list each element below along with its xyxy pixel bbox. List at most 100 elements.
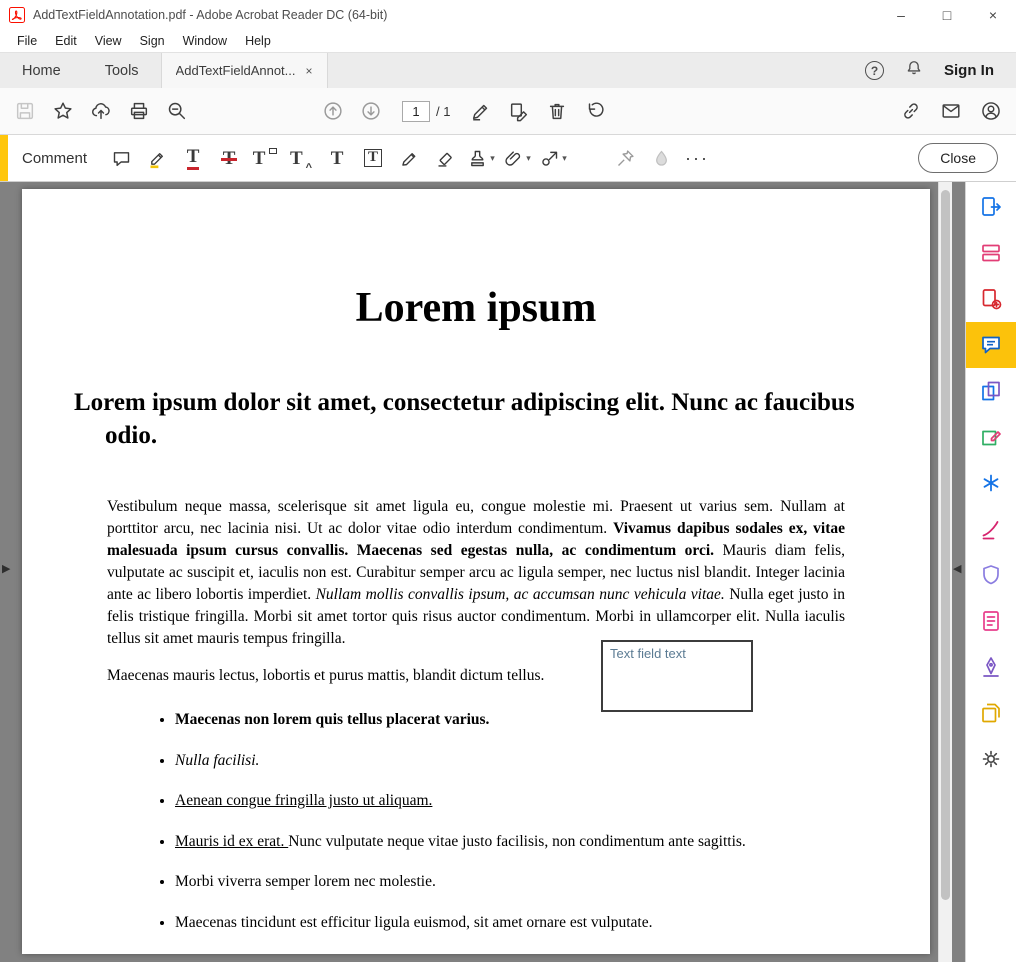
- erase-icon[interactable]: [427, 142, 463, 174]
- tab-tools-label: Tools: [105, 63, 139, 79]
- delete-icon[interactable]: [540, 94, 574, 128]
- print-icon[interactable]: [122, 94, 156, 128]
- menu-sign[interactable]: Sign: [131, 32, 174, 50]
- zoom-out-icon[interactable]: [160, 94, 194, 128]
- protect-tool-icon[interactable]: [966, 552, 1016, 598]
- rotate-icon[interactable]: [578, 94, 612, 128]
- acrobat-reader-window: AddTextFieldAnnotation.pdf - Adobe Acrob…: [0, 0, 1016, 962]
- add-sticky-note-icon[interactable]: [103, 142, 139, 174]
- edit-pdf-tool-icon[interactable]: [966, 414, 1016, 460]
- sign-in-button[interactable]: Sign In: [944, 62, 994, 79]
- text-box-glyph: T: [364, 149, 382, 167]
- menu-window[interactable]: Window: [174, 32, 236, 50]
- attach-file-icon[interactable]: ▾: [499, 142, 535, 174]
- more-options-icon[interactable]: ···: [679, 142, 715, 174]
- previous-page-icon[interactable]: [316, 94, 350, 128]
- tools-sidebar: [965, 182, 1016, 962]
- comment-accent-strip: [0, 135, 8, 181]
- drawing-tools-icon[interactable]: ▾: [535, 142, 571, 174]
- replace-text-note-icon[interactable]: T: [247, 142, 283, 174]
- content-area: Lorem ipsum Lorem ipsum dolor sit amet, …: [0, 182, 1016, 962]
- add-text-box-icon[interactable]: T: [355, 142, 391, 174]
- stamps-tool-icon[interactable]: [966, 690, 1016, 736]
- bullet-item-3-text: Aenean congue fringilla justo ut aliquam…: [175, 792, 432, 809]
- attach-dropdown-icon[interactable]: ▾: [526, 153, 531, 164]
- bullet-item-1: Maecenas non lorem quis tellus placerat …: [175, 709, 890, 731]
- tab-home-label: Home: [22, 63, 61, 79]
- keep-tool-selected-pin-icon[interactable]: [607, 142, 643, 174]
- export-pdf-tool-icon[interactable]: [966, 184, 1016, 230]
- tab-bar: Home Tools AddTextFieldAnnot... × ? Sign…: [0, 52, 1016, 88]
- fill-sign-tool-icon[interactable]: [966, 506, 1016, 552]
- share-cloud-icon[interactable]: [84, 94, 118, 128]
- close-comment-button[interactable]: Close: [918, 143, 998, 173]
- fill-sign-icon[interactable]: [502, 94, 536, 128]
- left-pane-toggle[interactable]: ▶: [2, 562, 10, 575]
- document-viewport[interactable]: Lorem ipsum Lorem ipsum dolor sit amet, …: [0, 182, 938, 962]
- email-icon[interactable]: [934, 94, 968, 128]
- replace-text-bubble: [269, 148, 277, 154]
- document-heading: Lorem ipsum dolor sit amet, consectetur …: [74, 386, 872, 452]
- bullet-item-6: Maecenas tincidunt est efficitur ligula …: [175, 912, 890, 934]
- help-icon[interactable]: ?: [865, 61, 884, 80]
- right-pane-toggle[interactable]: ◀: [953, 562, 961, 575]
- add-text-comment-icon[interactable]: T: [319, 142, 355, 174]
- vertical-scrollbar[interactable]: [938, 182, 952, 962]
- tab-document[interactable]: AddTextFieldAnnot... ×: [161, 53, 328, 88]
- menu-file[interactable]: File: [8, 32, 46, 50]
- comment-tool-icon[interactable]: [966, 322, 1016, 368]
- more-tools-icon[interactable]: [966, 736, 1016, 782]
- tab-tools[interactable]: Tools: [83, 53, 161, 88]
- insert-text-glyph: T: [290, 149, 303, 168]
- document-paragraph-1: Vestibulum neque massa, scelerisque sit …: [107, 496, 845, 650]
- main-toolbar: / 1: [0, 88, 1016, 135]
- tab-home[interactable]: Home: [0, 53, 83, 88]
- certificates-tool-icon[interactable]: [966, 644, 1016, 690]
- menu-edit[interactable]: Edit: [46, 32, 86, 50]
- combine-files-tool-icon[interactable]: [966, 368, 1016, 414]
- favorites-star-icon[interactable]: [46, 94, 80, 128]
- text-field-annotation[interactable]: Text field text: [601, 640, 753, 712]
- underline-text-icon[interactable]: T: [175, 142, 211, 174]
- underline-text-glyph: T: [187, 147, 200, 170]
- page-navigation: / 1: [402, 101, 450, 122]
- toolbar-center-group: / 1: [316, 88, 612, 134]
- link-icon[interactable]: [894, 94, 928, 128]
- profile-icon[interactable]: [974, 94, 1008, 128]
- next-page-icon[interactable]: [354, 94, 388, 128]
- insert-text-icon[interactable]: T ^: [283, 142, 319, 174]
- menu-view[interactable]: View: [86, 32, 131, 50]
- toolbar-left-group: [8, 88, 194, 134]
- add-stamp-icon[interactable]: ▾: [463, 142, 499, 174]
- menu-help[interactable]: Help: [236, 32, 280, 50]
- color-picker-icon[interactable]: [643, 142, 679, 174]
- replace-text-glyph: T: [253, 149, 266, 168]
- pdf-page: Lorem ipsum Lorem ipsum dolor sit amet, …: [22, 189, 930, 954]
- notifications-icon[interactable]: [904, 58, 924, 83]
- comment-toolbar: Comment T T T T ^ T: [0, 135, 1016, 182]
- comment-tools: T T T T ^ T T: [103, 142, 715, 174]
- convert-tool-icon[interactable]: [966, 460, 1016, 506]
- maximize-button[interactable]: □: [924, 0, 970, 30]
- highlight-text-icon[interactable]: [139, 142, 175, 174]
- close-window-button[interactable]: ×: [970, 0, 1016, 30]
- save-icon[interactable]: [8, 94, 42, 128]
- page-number-input[interactable]: [402, 101, 430, 122]
- scrollbar-thumb[interactable]: [941, 190, 950, 900]
- tab-close-icon[interactable]: ×: [306, 64, 313, 78]
- stamp-dropdown-icon[interactable]: ▾: [490, 153, 495, 164]
- window-controls: – □ ×: [878, 0, 1016, 30]
- comment-toolbar-title: Comment: [22, 150, 87, 167]
- create-pdf-tool-icon[interactable]: [966, 276, 1016, 322]
- compress-tool-icon[interactable]: [966, 598, 1016, 644]
- minimize-button[interactable]: –: [878, 0, 924, 30]
- tabbar-right: ? Sign In: [865, 53, 1016, 88]
- bullet-item-4: Mauris id ex erat. Nunc vulputate neque …: [175, 831, 890, 853]
- strikethrough-text-icon[interactable]: T: [211, 142, 247, 174]
- organize-pages-tool-icon[interactable]: [966, 230, 1016, 276]
- sign-pen-icon[interactable]: [464, 94, 498, 128]
- page-count-label: / 1: [436, 104, 450, 119]
- tab-document-label: AddTextFieldAnnot...: [176, 63, 296, 78]
- draw-free-form-icon[interactable]: [391, 142, 427, 174]
- drawing-dropdown-icon[interactable]: ▾: [562, 153, 567, 164]
